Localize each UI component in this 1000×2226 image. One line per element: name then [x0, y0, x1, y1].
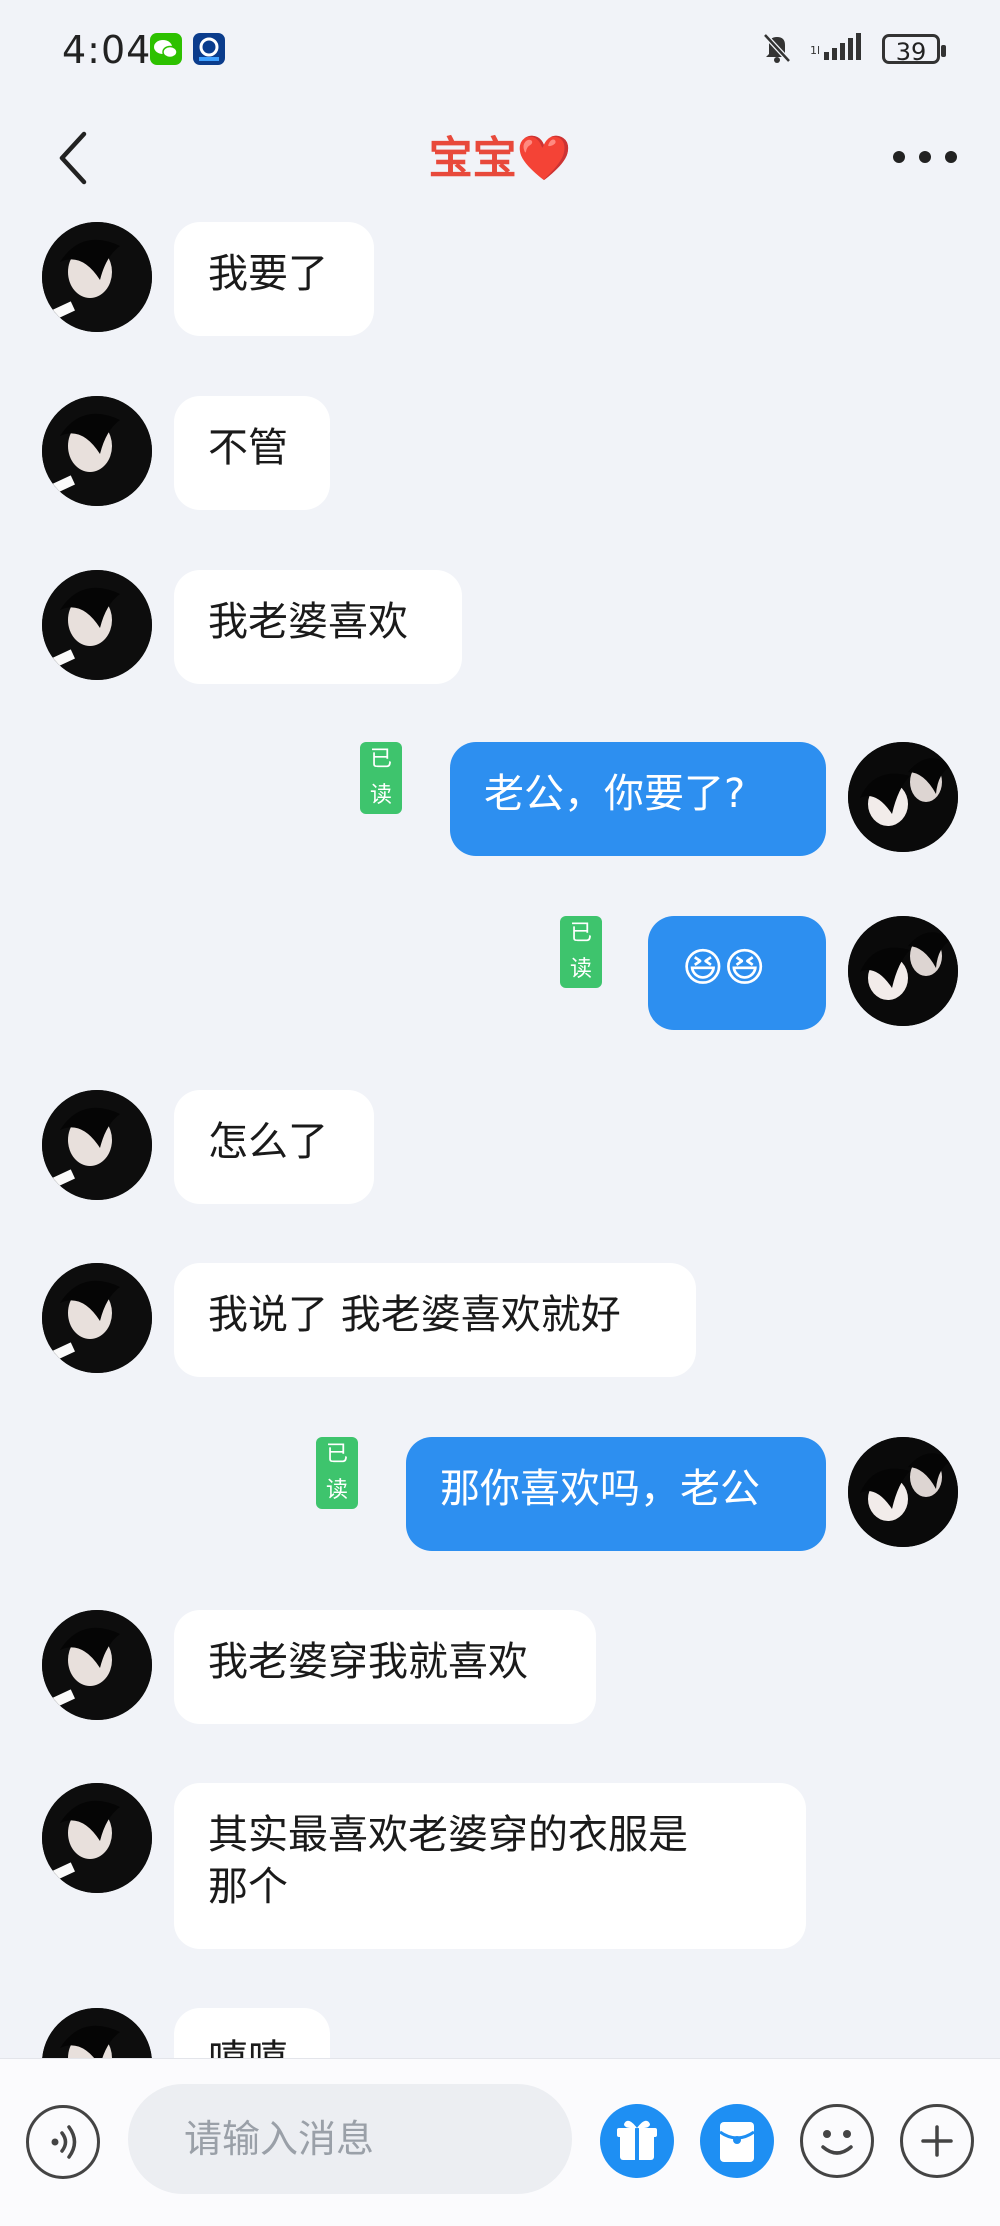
- chat-header: 宝宝❤️: [0, 100, 1000, 210]
- more-options-icon[interactable]: [890, 145, 960, 169]
- signal-icon: 1l: [810, 32, 866, 66]
- read-receipt-badge: 已读: [360, 742, 403, 814]
- battery-indicator: 39: [882, 34, 946, 66]
- contact-avatar[interactable]: [42, 1090, 152, 1200]
- message-bubble[interactable]: 😆😆: [648, 916, 826, 1030]
- input-bar: [0, 2058, 1000, 2226]
- status-bar: 4:04 1l 39: [0, 0, 1000, 100]
- mute-bell-icon: [760, 30, 794, 68]
- message-input[interactable]: [128, 2084, 572, 2194]
- app-notification-icon: [193, 33, 225, 65]
- red-packet-icon[interactable]: [700, 2104, 774, 2178]
- message-bubble[interactable]: 不管: [174, 396, 330, 510]
- gift-icon[interactable]: [600, 2104, 674, 2178]
- message-bubble[interactable]: 我要了: [174, 222, 374, 336]
- message-bubble[interactable]: 我老婆穿我就喜欢: [174, 1610, 596, 1724]
- wechat-notification-icon: [150, 33, 182, 65]
- contact-avatar[interactable]: [42, 570, 152, 680]
- message-bubble[interactable]: 我说了 我老婆喜欢就好: [174, 1263, 696, 1377]
- plus-icon[interactable]: [900, 2104, 974, 2178]
- my-avatar[interactable]: [848, 916, 958, 1026]
- contact-avatar[interactable]: [42, 1783, 152, 1893]
- emoji-icon[interactable]: [800, 2104, 874, 2178]
- message-bubble[interactable]: 怎么了: [174, 1090, 374, 1204]
- my-avatar[interactable]: [848, 1437, 958, 1547]
- contact-avatar[interactable]: [42, 222, 152, 332]
- contact-avatar[interactable]: [42, 1610, 152, 1720]
- my-avatar[interactable]: [848, 742, 958, 852]
- chat-title: 宝宝❤️: [0, 122, 1000, 186]
- heart-emoji: ❤️: [516, 133, 572, 184]
- status-time: 4:04: [62, 28, 152, 72]
- message-bubble[interactable]: 我老婆喜欢: [174, 570, 462, 684]
- svg-text:1l: 1l: [810, 44, 820, 57]
- contact-avatar[interactable]: [42, 1263, 152, 1373]
- read-receipt-badge: 已读: [316, 1437, 359, 1509]
- message-bubble[interactable]: 老公，你要了?: [450, 742, 826, 856]
- message-bubble[interactable]: 那你喜欢吗，老公: [406, 1437, 826, 1551]
- read-receipt-badge: 已读: [560, 916, 603, 988]
- message-bubble[interactable]: 其实最喜欢老婆穿的衣服是 那个: [174, 1783, 806, 1949]
- voice-input-icon[interactable]: [26, 2105, 100, 2179]
- contact-name: 宝宝: [428, 133, 517, 184]
- contact-avatar[interactable]: [42, 396, 152, 506]
- status-indicators: 1l 39: [760, 30, 946, 68]
